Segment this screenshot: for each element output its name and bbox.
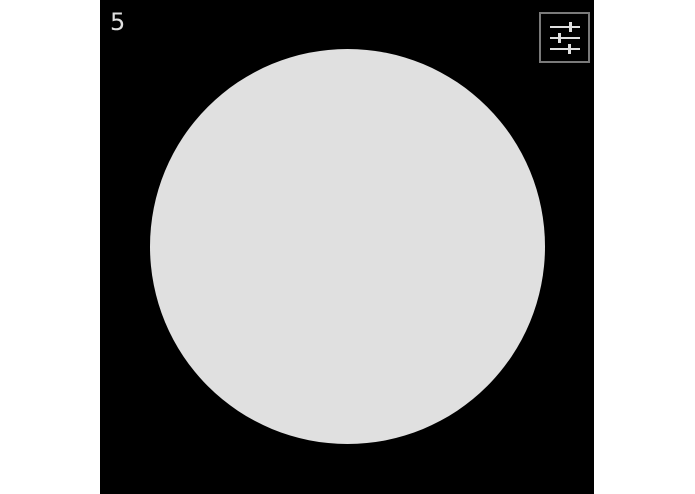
sliders-icon xyxy=(545,18,585,58)
settings-button[interactable] xyxy=(539,12,590,63)
circle-shape[interactable] xyxy=(150,49,545,444)
counter-label: 5 xyxy=(110,8,126,36)
game-canvas[interactable]: 5 xyxy=(100,0,594,494)
